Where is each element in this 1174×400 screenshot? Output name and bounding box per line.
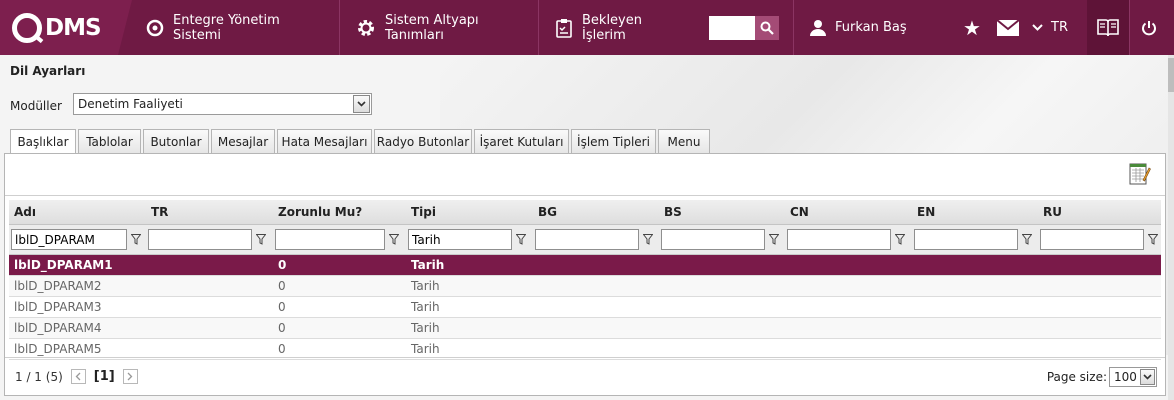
- user-icon: [810, 19, 826, 36]
- tab-hata-mesajlari[interactable]: Hata Mesajları: [277, 129, 372, 153]
- column-header-bg[interactable]: BG: [533, 205, 659, 219]
- filter-input-ru[interactable]: [1040, 229, 1144, 250]
- filter-icon[interactable]: [256, 234, 268, 245]
- column-header-en[interactable]: EN: [912, 205, 1038, 219]
- export-excel-icon: [1129, 163, 1151, 185]
- tab-basliklar[interactable]: Başlıklar: [10, 129, 76, 154]
- star-icon: ★: [963, 15, 981, 40]
- tab-strip: Başlıklar Tablolar Butonlar Mesajlar Hat…: [10, 129, 712, 154]
- page-size-label: Page size:: [1046, 370, 1107, 384]
- pager-next-button[interactable]: [122, 369, 138, 384]
- tab-butonlar[interactable]: Butonlar: [143, 129, 209, 153]
- search-icon: [760, 21, 774, 35]
- filter-icon[interactable]: [895, 234, 907, 245]
- table-row[interactable]: lblD_DPARAM3 0 Tarih: [9, 297, 1161, 318]
- logout-button[interactable]: [1129, 0, 1167, 55]
- tab-tablolar[interactable]: Tablolar: [78, 129, 141, 153]
- manual-button[interactable]: [1087, 0, 1129, 55]
- gear-icon: [356, 18, 376, 38]
- search-button[interactable]: [755, 15, 779, 40]
- chevron-left-icon: [75, 372, 81, 381]
- top-navigation-bar: DMS Entegre Yönetim Sistemi Sistem Altya…: [0, 0, 1174, 55]
- clipboard-icon: [555, 18, 573, 38]
- filter-input-bg[interactable]: [535, 229, 639, 250]
- chevron-down-icon: [1140, 369, 1155, 385]
- page-size-value: 100: [1114, 370, 1137, 384]
- book-icon: [1097, 18, 1119, 36]
- tab-menu[interactable]: Menu: [658, 129, 710, 153]
- nav-bekleyen-islerim[interactable]: Bekleyen İşlerim: [539, 0, 697, 55]
- chevron-down-icon: [353, 95, 370, 113]
- qdms-logo[interactable]: DMS: [0, 0, 132, 55]
- filter-input-tr[interactable]: [148, 229, 252, 250]
- pager-prev-button[interactable]: [70, 369, 86, 384]
- column-header-tipi[interactable]: Tipi: [406, 205, 533, 219]
- grid-panel: Adı TR Zorunlu Mu? Tipi BG BS CN EN RU l…: [4, 153, 1166, 396]
- filter-input-adi[interactable]: [11, 229, 127, 250]
- module-label: Modüller: [10, 99, 62, 113]
- search-input[interactable]: [709, 15, 755, 40]
- nav-entegre-yonetim-sistemi[interactable]: Entegre Yönetim Sistemi: [132, 0, 340, 55]
- column-header-cn[interactable]: CN: [785, 205, 912, 219]
- pager-info: 1 / 1 (5): [15, 369, 63, 384]
- tab-mesajlar[interactable]: Mesajlar: [211, 129, 275, 153]
- chevron-down-icon: [1032, 24, 1043, 31]
- column-header-zorunlu-mu[interactable]: Zorunlu Mu?: [273, 205, 406, 219]
- filter-icon[interactable]: [769, 234, 781, 245]
- messages-button[interactable]: [991, 0, 1025, 55]
- table-row[interactable]: lblD_DPARAM4 0 Tarih: [9, 318, 1161, 339]
- nav-label: Bekleyen İşlerim: [582, 12, 642, 43]
- nav-sistem-altyapi-tanimlari[interactable]: Sistem Altyapı Tanımları: [340, 0, 539, 55]
- page-scrollbar[interactable]: [1168, 55, 1174, 400]
- filter-input-tipi[interactable]: [408, 229, 512, 250]
- export-excel-button[interactable]: [1129, 162, 1151, 186]
- tab-isaret-kutulari[interactable]: İşaret Kutuları: [474, 129, 569, 153]
- power-icon: [1141, 20, 1156, 35]
- grid-filter-row: [9, 225, 1161, 255]
- grid-pager: 1 / 1 (5) [1] Page size: 100: [5, 357, 1165, 395]
- filter-icon[interactable]: [643, 234, 655, 245]
- mail-icon: [997, 19, 1019, 36]
- language-grid: Adı TR Zorunlu Mu? Tipi BG BS CN EN RU l…: [9, 200, 1161, 360]
- filter-input-cn[interactable]: [787, 229, 891, 250]
- pager-current-page[interactable]: [1]: [94, 369, 115, 384]
- module-select[interactable]: Denetim Faaliyeti: [73, 93, 372, 115]
- column-header-bs[interactable]: BS: [659, 205, 785, 219]
- filter-input-zorunlu-mu[interactable]: [275, 229, 385, 250]
- language-code: TR: [1051, 20, 1068, 35]
- table-row[interactable]: lblD_DPARAM2 0 Tarih: [9, 276, 1161, 297]
- grid-header-row: Adı TR Zorunlu Mu? Tipi BG BS CN EN RU: [9, 200, 1161, 225]
- favorites-button[interactable]: ★: [953, 0, 991, 55]
- column-header-ru[interactable]: RU: [1038, 205, 1161, 219]
- user-menu[interactable]: Furkan Baş: [793, 0, 953, 55]
- tab-radyo-butonlar[interactable]: Radyo Butonlar: [374, 129, 472, 153]
- filter-icon[interactable]: [131, 234, 143, 245]
- page-title: Dil Ayarları: [10, 64, 86, 78]
- page-scrollbar-thumb[interactable]: [1168, 58, 1174, 92]
- filter-icon[interactable]: [389, 234, 401, 245]
- q-circle-icon: [146, 19, 164, 37]
- tab-islem-tipleri[interactable]: İşlem Tipleri: [571, 129, 656, 153]
- filter-input-en[interactable]: [914, 229, 1018, 250]
- table-row[interactable]: lblD_DPARAM1 0 Tarih: [9, 255, 1161, 276]
- logo-text: DMS: [45, 14, 102, 41]
- column-header-tr[interactable]: TR: [146, 205, 273, 219]
- q-logo-icon: [12, 12, 42, 43]
- module-select-value: Denetim Faaliyeti: [78, 97, 183, 111]
- nav-label: Entegre Yönetim Sistemi: [173, 12, 280, 43]
- page-size-select[interactable]: 100: [1109, 367, 1157, 387]
- grid-toolbar: [5, 154, 1165, 196]
- column-header-adi[interactable]: Adı: [9, 205, 146, 219]
- filter-icon[interactable]: [1148, 234, 1160, 245]
- language-selector[interactable]: TR: [1025, 0, 1075, 55]
- filter-input-bs[interactable]: [661, 229, 765, 250]
- user-name: Furkan Baş: [835, 20, 907, 35]
- nav-label: Sistem Altyapı Tanımları: [385, 12, 479, 43]
- filter-icon[interactable]: [1022, 234, 1034, 245]
- filter-icon[interactable]: [516, 234, 528, 245]
- search-box: [709, 0, 779, 55]
- chevron-right-icon: [127, 372, 133, 381]
